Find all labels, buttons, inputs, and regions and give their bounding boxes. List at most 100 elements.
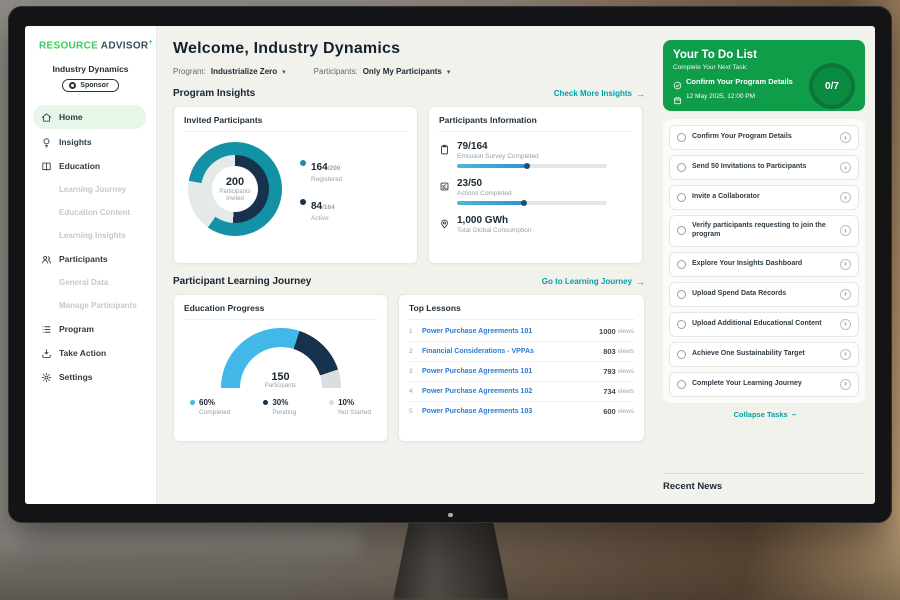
- gauge-center-label: Participants: [221, 383, 341, 388]
- task-checkbox[interactable]: [677, 260, 686, 269]
- collapse-tasks-link[interactable]: Collapse Tasks ›: [663, 410, 865, 419]
- chevron-right-icon[interactable]: ›: [840, 349, 851, 360]
- stat-value: 1,000 GWh: [457, 215, 531, 226]
- chevron-right-icon[interactable]: ›: [840, 319, 851, 330]
- task-list: Confirm Your Program Details › Send 50 I…: [663, 119, 865, 403]
- chevron-right-icon[interactable]: ›: [840, 289, 851, 300]
- clipboard-icon: [439, 142, 450, 153]
- legend-dot: [190, 400, 195, 405]
- sidebar-item-education-content[interactable]: Education Content: [25, 201, 156, 224]
- home-icon: [41, 112, 52, 123]
- sidebar-item-education[interactable]: Education: [25, 154, 156, 178]
- legend-item-pending: 30% Pending: [263, 398, 296, 416]
- download-tray-icon: [41, 348, 52, 359]
- lesson-link[interactable]: Power Purchase Agreements 103: [422, 408, 603, 415]
- task-checkbox[interactable]: [677, 133, 686, 142]
- check-more-insights-link[interactable]: Check More Insights →: [554, 89, 645, 99]
- sidebar-item-program[interactable]: Program: [25, 317, 156, 341]
- legend-item-active: 84/164 Active: [300, 196, 342, 222]
- donut-center-value: 200: [226, 176, 244, 188]
- task-item[interactable]: Invite a Collaborator ›: [669, 185, 859, 210]
- list-icon: [41, 324, 52, 335]
- filters-row: Program: Industrialize Zero ▾ Participan…: [173, 67, 645, 76]
- invited-participants-card: Invited Participants 200 Participants In…: [173, 106, 418, 264]
- sidebar-item-learning-journey[interactable]: Learning Journey: [25, 178, 156, 201]
- sidebar-item-insights[interactable]: Insights: [25, 130, 156, 154]
- lesson-link[interactable]: Power Purchase Agreements 102: [422, 388, 603, 395]
- legend-item-not-started: 10% Not Started: [329, 398, 371, 416]
- stat-label: Emission Survey Completed: [457, 153, 607, 160]
- chevron-right-icon[interactable]: ›: [840, 379, 851, 390]
- chevron-right-icon[interactable]: ›: [840, 225, 851, 236]
- card-title: Invited Participants: [184, 115, 407, 132]
- stat-label: Actions Completed: [457, 190, 607, 197]
- todo-next-task[interactable]: Confirm Your Program Details: [673, 77, 815, 86]
- lesson-link[interactable]: Power Purchase Agreements 101: [422, 328, 599, 335]
- learning-journey-cards: Education Progress 150 Participants 60% …: [173, 294, 645, 442]
- gauge-center: 150 Participants: [221, 371, 341, 388]
- sidebar-item-home[interactable]: Home: [33, 105, 146, 129]
- lesson-link[interactable]: Financial Considerations - VPPAs: [422, 348, 603, 355]
- task-checkbox[interactable]: [677, 163, 686, 172]
- task-checkbox[interactable]: [677, 193, 686, 202]
- task-checkbox[interactable]: [677, 350, 686, 359]
- check-circle-icon: [673, 77, 682, 86]
- stat-value: 23/50: [457, 178, 607, 189]
- task-item[interactable]: Verify participants requesting to join t…: [669, 215, 859, 247]
- chevron-down-icon: ▾: [447, 68, 451, 76]
- sidebar-item-learning-insights[interactable]: Learning Insights: [25, 224, 156, 247]
- task-item[interactable]: Achieve One Sustainability Target ›: [669, 342, 859, 367]
- legend-dot: [329, 400, 334, 405]
- task-item[interactable]: Upload Spend Data Records ›: [669, 282, 859, 307]
- gear-icon: [41, 372, 52, 383]
- legend-dot: [300, 199, 306, 205]
- invited-donut-chart: 200 Participants Invited: [188, 142, 282, 236]
- sidebar-item-label: Participants: [59, 254, 108, 264]
- chevron-right-icon[interactable]: ›: [840, 192, 851, 203]
- lessons-list: 1 Power Purchase Agreements 101 1000view…: [409, 322, 634, 421]
- participants-information-card: Participants Information 79/164 Emission…: [428, 106, 643, 264]
- sidebar-item-participants[interactable]: Participants: [25, 247, 156, 271]
- program-insights-cards: Invited Participants 200 Participants In…: [173, 106, 645, 264]
- sidebar-item-manage-participants[interactable]: Manage Participants: [25, 294, 156, 317]
- go-to-learning-journey-link[interactable]: Go to Learning Journey →: [542, 277, 645, 287]
- logo-text-advisor: ADVISOR: [101, 40, 149, 51]
- participants-select[interactable]: Participants: Only My Participants ▾: [314, 67, 451, 76]
- task-item[interactable]: Confirm Your Program Details ›: [669, 125, 859, 150]
- sidebar-item-label: Home: [59, 112, 83, 122]
- sidebar-nav: Home Insights Education Learning Journey…: [25, 105, 156, 389]
- lesson-link[interactable]: Power Purchase Agreements 101: [422, 368, 603, 375]
- task-item[interactable]: Send 50 Invitations to Participants ›: [669, 155, 859, 180]
- lesson-row: 5 Power Purchase Agreements 103 600views: [409, 402, 634, 421]
- task-item[interactable]: Explore Your Insights Dashboard ›: [669, 252, 859, 277]
- task-checkbox[interactable]: [677, 320, 686, 329]
- task-checkbox[interactable]: [677, 226, 686, 235]
- stat-emission-survey: 79/164 Emission Survey Completed: [439, 141, 632, 168]
- chevron-right-icon[interactable]: ›: [840, 132, 851, 143]
- stat-value: 79/164: [457, 141, 607, 152]
- location-pin-icon: [439, 216, 450, 227]
- arrow-right-icon: →: [636, 89, 645, 99]
- chevron-right-icon[interactable]: ›: [840, 259, 851, 270]
- top-lessons-card: Top Lessons 1 Power Purchase Agreements …: [398, 294, 645, 442]
- gauge-center-value: 150: [221, 371, 341, 383]
- task-item[interactable]: Complete Your Learning Journey ›: [669, 372, 859, 397]
- program-select[interactable]: Program: Industrialize Zero ▾: [173, 67, 286, 76]
- lesson-row: 2 Financial Considerations - VPPAs 803vi…: [409, 342, 634, 362]
- sidebar-item-general-data[interactable]: General Data: [25, 271, 156, 294]
- lesson-row: 3 Power Purchase Agreements 101 793views: [409, 362, 634, 382]
- task-checkbox[interactable]: [677, 380, 686, 389]
- sidebar-item-take-action[interactable]: Take Action: [25, 341, 156, 365]
- sidebar-item-settings[interactable]: Settings: [25, 365, 156, 389]
- participants-select-label: Participants:: [314, 67, 358, 76]
- sidebar-item-label: Take Action: [59, 348, 106, 358]
- education-legend: 60% Completed 30% Pending 10% Not Starte…: [184, 398, 377, 416]
- chevron-right-icon[interactable]: ›: [840, 162, 851, 173]
- legend-item-registered: 164/200 Registered: [300, 157, 342, 183]
- sponsor-badge[interactable]: Sponsor: [62, 79, 118, 92]
- app-logo: RESOURCE ADVISOR+: [25, 39, 156, 51]
- sidebar-item-label: Program: [59, 324, 94, 334]
- task-item[interactable]: Upload Additional Educational Content ›: [669, 312, 859, 337]
- todo-summary-card: Your To Do List Complete Your Next Task:…: [663, 40, 865, 111]
- task-checkbox[interactable]: [677, 290, 686, 299]
